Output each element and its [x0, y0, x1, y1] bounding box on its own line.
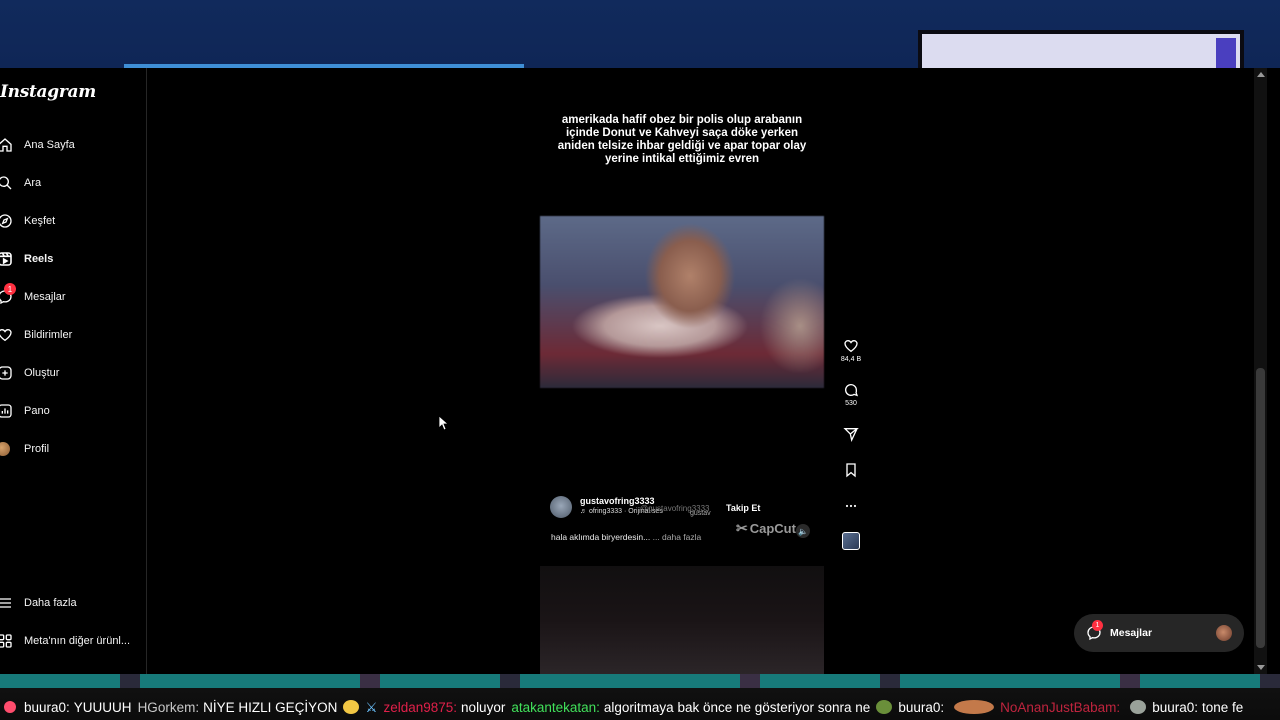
- chat-message: YUUUUH: [73, 699, 132, 715]
- comment-button[interactable]: 530: [836, 382, 866, 407]
- overlay-card: [918, 30, 1244, 70]
- chat-user: buura0:: [24, 699, 70, 715]
- reel-post[interactable]: amerikada hafif obez bir polis olup arab…: [540, 94, 824, 674]
- more-link[interactable]: ... daha fazla: [653, 532, 702, 542]
- emote-icon: [1130, 700, 1147, 714]
- next-reel-preview[interactable]: [540, 566, 824, 674]
- sidebar-item-home[interactable]: Ana Sayfa: [0, 133, 75, 157]
- menu-icon: [0, 595, 14, 611]
- emote-icon: [343, 700, 360, 714]
- chat-user: HGorkem:: [137, 699, 200, 715]
- sidebar-item-more[interactable]: Daha fazla: [0, 591, 77, 615]
- audio-thumbnail[interactable]: [836, 532, 866, 550]
- sidebar-item-profile[interactable]: Profil: [0, 437, 49, 461]
- more-options-button[interactable]: [836, 498, 866, 514]
- instagram-app: Instagram Ana Sayfa Ara Keşfet Reels 1 M…: [0, 68, 1280, 674]
- chat-user: atakantekatan:: [511, 699, 600, 715]
- messenger-icon: 1: [1086, 620, 1103, 641]
- reel-caption: hala aklımda biryerdesin... ... daha faz…: [551, 532, 702, 542]
- plus-square-icon: [0, 365, 14, 381]
- reel-overlay-text: amerikada hafif obez bir polis olup arab…: [557, 114, 807, 165]
- send-icon: [843, 428, 859, 442]
- chat-user: NoAnanJustBabam:: [1000, 699, 1121, 715]
- scrollbar-thumb[interactable]: [1256, 368, 1265, 648]
- scroll-down-arrow-icon[interactable]: [1257, 665, 1265, 670]
- sidebar: Instagram Ana Sayfa Ara Keşfet Reels 1 M…: [0, 68, 147, 674]
- sword-emote-icon: ⚔: [365, 700, 378, 715]
- stream-chat-ticker: buura0: YUUUUH HGorkem: NİYE HIZLI GEÇİY…: [0, 674, 1280, 720]
- notification-badge: 1: [1092, 620, 1103, 631]
- messages-pill[interactable]: 1 Mesajlar: [1074, 614, 1244, 652]
- like-button[interactable]: 84,4 B: [836, 338, 866, 363]
- watermark-username-2: gustav: [690, 510, 711, 517]
- instagram-logo[interactable]: Instagram: [0, 82, 96, 102]
- emote-icon: [876, 700, 893, 714]
- chat-user: buura0:: [1152, 699, 1198, 715]
- avatar: [0, 442, 10, 456]
- chat-message: noluyor: [461, 699, 506, 715]
- chat-message: tone fe: [1201, 699, 1244, 715]
- more-horizontal-icon: [845, 504, 857, 508]
- share-button[interactable]: [836, 426, 866, 442]
- capcut-logo-icon: ✂: [736, 520, 748, 536]
- compass-icon: [0, 213, 14, 229]
- reels-icon: [0, 251, 14, 267]
- owner-avatar[interactable]: [550, 496, 572, 518]
- comment-icon: [845, 384, 859, 397]
- sidebar-item-meta-products[interactable]: Meta'nın diğer ürünl...: [0, 629, 130, 653]
- capcut-watermark: ✂ CapCut: [736, 520, 796, 536]
- scrollbar[interactable]: [1254, 68, 1267, 674]
- sidebar-item-explore[interactable]: Keşfet: [0, 209, 55, 233]
- sidebar-item-search[interactable]: Ara: [0, 171, 41, 195]
- grid-icon: [0, 633, 14, 649]
- mute-icon[interactable]: 🔈: [796, 524, 810, 538]
- notification-badge: 1: [4, 283, 16, 295]
- sidebar-item-messages[interactable]: 1 Mesajlar: [0, 283, 66, 309]
- scroll-up-arrow-icon[interactable]: [1257, 72, 1265, 77]
- reel-video[interactable]: [540, 216, 824, 388]
- stream-overlay-top: [0, 0, 1280, 70]
- messages-label: Mesajlar: [1110, 627, 1153, 639]
- sidebar-item-notifications[interactable]: Bildirimler: [0, 323, 72, 347]
- live-dot-icon: [4, 701, 16, 713]
- messenger-icon: 1: [0, 283, 16, 305]
- dashboard-icon: [0, 403, 14, 419]
- save-button[interactable]: [836, 462, 866, 478]
- sidebar-item-reels[interactable]: Reels: [0, 247, 53, 271]
- like-count: 84,4 B: [840, 356, 862, 363]
- follow-button[interactable]: Takip Et: [724, 502, 763, 514]
- chat-user: zeldan9875:: [383, 699, 458, 715]
- sidebar-item-create[interactable]: Oluştur: [0, 361, 59, 385]
- chat-message: algoritmaya bak önce ne gösteriyor sonra…: [603, 699, 871, 715]
- chat-user: buura0:: [898, 699, 945, 715]
- home-icon: [0, 137, 14, 153]
- emote-icon: [954, 700, 995, 714]
- comment-count: 530: [845, 400, 857, 407]
- heart-icon: [0, 327, 14, 343]
- chat-message: NİYE HIZLI GEÇİYON: [203, 699, 338, 715]
- search-icon: [0, 175, 14, 191]
- audio-cover: [842, 532, 860, 550]
- heart-icon: [844, 339, 858, 353]
- avatar: [1216, 625, 1232, 641]
- sidebar-item-dashboard[interactable]: Pano: [0, 399, 50, 423]
- bookmark-icon: [846, 463, 856, 478]
- chat-messages: buura0: YUUUUH HGorkem: NİYE HIZLI GEÇİY…: [0, 698, 1249, 716]
